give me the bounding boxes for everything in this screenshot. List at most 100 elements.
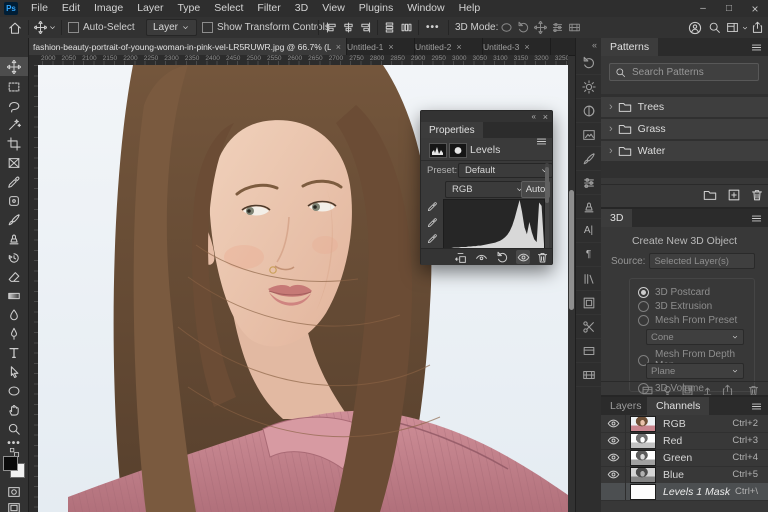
tab-close-icon[interactable]	[388, 42, 393, 52]
menu-select[interactable]: Select	[207, 0, 250, 17]
snapshot-icon[interactable]	[576, 123, 601, 147]
eyedropper-tool[interactable]	[0, 172, 28, 191]
paragraph-icon[interactable]: ¶	[576, 243, 601, 267]
delete-adjustment-icon[interactable]	[535, 250, 549, 264]
crop-tool[interactable]	[0, 134, 28, 153]
levels-histogram[interactable]	[443, 199, 545, 250]
collapse-icon[interactable]	[532, 112, 536, 121]
radio-mesh-from-preset[interactable]: Mesh From Preset	[638, 315, 737, 326]
visibility-eye-icon[interactable]	[601, 449, 626, 466]
close-icon[interactable]	[742, 0, 768, 17]
menu-filter[interactable]: Filter	[250, 0, 287, 17]
document-tab-untitled-2[interactable]: Untitled-2	[410, 38, 483, 55]
character-icon[interactable]: A|	[576, 219, 601, 243]
eraser-tool[interactable]	[0, 267, 28, 286]
align-center-icon[interactable]	[342, 17, 355, 38]
channel-row-red[interactable]: Red Ctrl+3	[601, 432, 768, 450]
tab-layers[interactable]: Layers	[601, 397, 651, 415]
brush-pose-icon[interactable]	[576, 171, 601, 195]
move-tool[interactable]	[0, 57, 28, 76]
collapse-panels-icon[interactable]	[592, 40, 597, 50]
channel-row-levels-1-mask[interactable]: Levels 1 Mask Ctrl+\	[601, 483, 768, 501]
panel-scrollbar[interactable]	[545, 163, 549, 249]
menu-edit[interactable]: Edit	[55, 0, 87, 17]
depth-map-dropdown[interactable]: Plane	[646, 363, 744, 379]
object-selection-tool[interactable]	[0, 115, 28, 134]
workspace-icon[interactable]	[726, 17, 739, 38]
scissors-icon[interactable]	[576, 315, 601, 339]
tab-close-icon[interactable]	[336, 42, 341, 52]
clip-to-layer-icon[interactable]	[453, 250, 467, 264]
menu-type[interactable]: Type	[170, 0, 207, 17]
home-icon[interactable]	[8, 17, 22, 38]
libraries-icon[interactable]	[576, 267, 601, 291]
path-selection-tool[interactable]	[0, 362, 28, 381]
menu-file[interactable]: File	[24, 0, 55, 17]
channel-row-green[interactable]: Green Ctrl+4	[601, 449, 768, 467]
tab-patterns[interactable]: Patterns	[601, 38, 658, 56]
tab-channels[interactable]: Channels	[647, 397, 709, 415]
menu-view[interactable]: View	[315, 0, 352, 17]
timeline-icon[interactable]	[576, 363, 601, 387]
spot-healing-brush-tool[interactable]	[0, 191, 28, 210]
blur-tool[interactable]	[0, 305, 28, 324]
workspace-chevron-icon[interactable]	[741, 17, 749, 38]
delete-icon[interactable]	[750, 188, 765, 203]
auto-select-checkbox[interactable]: Auto-Select	[68, 17, 135, 38]
channel-dropdown[interactable]: RGB	[445, 181, 528, 198]
type-tool[interactable]	[0, 343, 28, 362]
tab-close-icon[interactable]	[524, 42, 529, 52]
menu-3d[interactable]: 3D	[288, 0, 315, 17]
pattern-group-grass[interactable]: Grass	[601, 119, 768, 139]
canvas-scrollbar[interactable]	[569, 190, 574, 310]
channel-row-blue[interactable]: Blue Ctrl+5	[601, 466, 768, 484]
visibility-eye-icon[interactable]	[516, 250, 530, 264]
mesh-preset-dropdown[interactable]: Cone	[646, 329, 744, 345]
account-icon[interactable]	[688, 17, 702, 38]
pattern-group-water[interactable]: Water	[601, 141, 768, 161]
view-previous-state-icon[interactable]	[474, 250, 488, 264]
new-group-folder-icon[interactable]	[703, 188, 718, 203]
tab-3d[interactable]: 3D	[601, 209, 632, 227]
zoom-tool[interactable]	[0, 419, 28, 438]
menu-image[interactable]: Image	[87, 0, 130, 17]
foreground-color-swatch[interactable]	[3, 456, 18, 471]
close-icon[interactable]	[543, 112, 548, 122]
frame-panel-icon[interactable]	[576, 339, 601, 363]
preset-dropdown[interactable]: Default	[458, 163, 553, 178]
export-icon[interactable]	[576, 291, 601, 315]
visibility-eye-icon[interactable]	[601, 415, 626, 432]
search-input[interactable]	[630, 66, 754, 79]
document-tab-active[interactable]: fashion-beauty-portrait-of-young-woman-i…	[28, 38, 347, 55]
lasso-tool[interactable]	[0, 96, 28, 115]
panel-drag-bar[interactable]	[421, 111, 552, 122]
frame-tool[interactable]	[0, 153, 28, 172]
radio-3d-postcard[interactable]: 3D Postcard	[638, 287, 710, 298]
auto-select-target-dropdown[interactable]: Layer	[146, 17, 197, 38]
show-transform-checkbox[interactable]: Show Transform Controls	[202, 17, 330, 38]
hand-tool[interactable]	[0, 400, 28, 419]
tool-preset-chevron-icon[interactable]	[48, 17, 57, 38]
distribute-horizontal-icon[interactable]	[400, 17, 413, 38]
tab-close-icon[interactable]	[456, 42, 461, 52]
document-tab-untitled-1[interactable]: Untitled-1	[342, 38, 415, 55]
white-point-eyedropper-icon[interactable]	[427, 233, 439, 245]
clone-source-icon[interactable]	[576, 195, 601, 219]
visibility-eye-empty[interactable]	[601, 483, 626, 500]
history-icon[interactable]	[576, 51, 601, 75]
distribute-vertical-icon[interactable]	[383, 17, 396, 38]
menu-plugins[interactable]: Plugins	[352, 0, 400, 17]
clone-stamp-tool[interactable]	[0, 229, 28, 248]
visibility-eye-icon[interactable]	[601, 432, 626, 449]
pen-tool[interactable]	[0, 324, 28, 343]
history-brush-tool[interactable]	[0, 248, 28, 267]
tab-properties[interactable]: Properties	[421, 122, 483, 138]
ellipse-tool[interactable]	[0, 381, 28, 400]
minimize-icon[interactable]	[690, 0, 716, 17]
align-left-icon[interactable]	[325, 17, 338, 38]
pattern-search[interactable]	[609, 63, 759, 81]
panel-menu-icon[interactable]	[750, 41, 763, 54]
expand-chevron-icon[interactable]	[609, 101, 613, 113]
screen-mode-icon[interactable]	[0, 498, 28, 512]
align-right-icon[interactable]	[359, 17, 372, 38]
